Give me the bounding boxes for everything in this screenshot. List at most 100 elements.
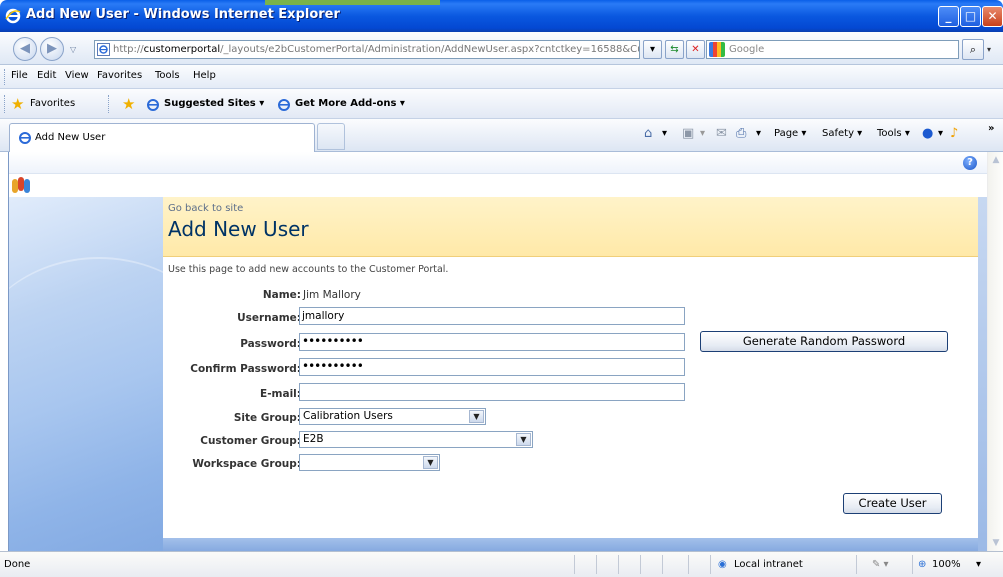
get-more-addons-link[interactable]: Get More Add-ons ▾: [295, 98, 405, 109]
title-bar: Add New User - Windows Internet Explorer…: [0, 0, 1003, 32]
feeds-icon[interactable]: ▣: [682, 126, 694, 141]
favorites-star-icon: ★: [11, 95, 25, 113]
recent-pages-dropdown-icon[interactable]: ▽: [70, 45, 76, 54]
go-back-link[interactable]: Go back to site: [168, 203, 243, 214]
add-to-favorites-icon[interactable]: ★: [122, 96, 138, 112]
status-separator: [856, 555, 857, 574]
security-zone-text: Local intranet: [734, 559, 803, 570]
home-icon[interactable]: ⌂: [644, 126, 652, 141]
maximize-button[interactable]: □: [960, 6, 981, 27]
zoom-icon[interactable]: ⊕: [918, 559, 926, 570]
url-input[interactable]: http://customerportal/_layouts/e2bCustom…: [94, 40, 640, 59]
menu-view[interactable]: View: [65, 70, 89, 81]
page-favicon-icon: [97, 43, 110, 56]
window-title: Add New User - Windows Internet Explorer: [26, 7, 340, 22]
help-icon[interactable]: ●: [922, 126, 933, 141]
status-bar: Done ◉ Local intranet ✎ ▾ ⊕ 100% ▾: [0, 551, 1003, 577]
toolbar-separator: [108, 95, 109, 113]
google-logo-icon: [709, 42, 725, 57]
safety-menu[interactable]: Safety ▾: [822, 128, 862, 139]
menu-file[interactable]: File: [11, 70, 28, 81]
menu-help[interactable]: Help: [193, 70, 216, 81]
site-group-select[interactable]: Calibration Users ▼: [299, 408, 486, 425]
search-input[interactable]: Google: [706, 40, 959, 59]
customer-group-label: Customer Group:: [200, 435, 301, 447]
confirm-password-label: Confirm Password:: [190, 363, 301, 375]
people-logo-icon: [12, 177, 34, 193]
status-separator: [618, 555, 619, 574]
close-window-button[interactable]: ✕: [982, 6, 1003, 27]
address-dropdown-button[interactable]: ▾: [643, 40, 662, 59]
toolbar-grip: [4, 69, 6, 85]
menu-edit[interactable]: Edit: [37, 70, 56, 81]
protected-mode-icon[interactable]: ✎ ▾: [872, 559, 889, 570]
confirm-password-input[interactable]: ••••••••••: [299, 358, 685, 376]
page-content: ? Go back to site Add New User Use this …: [9, 152, 987, 551]
customer-group-value: E2B: [303, 433, 324, 445]
password-label: Password:: [240, 338, 301, 350]
name-label: Name:: [262, 289, 301, 301]
email-input[interactable]: [299, 383, 685, 401]
status-separator: [662, 555, 663, 574]
more-commands-button[interactable]: »: [988, 123, 994, 134]
print-icon[interactable]: ⎙: [736, 126, 746, 141]
left-navigation-panel: [9, 197, 229, 551]
help-icon[interactable]: ?: [963, 156, 977, 170]
chevron-down-icon[interactable]: ▼: [423, 456, 438, 469]
new-tab-button[interactable]: [317, 123, 345, 150]
page-menu[interactable]: Page ▾: [774, 128, 806, 139]
password-input[interactable]: ••••••••••: [299, 333, 685, 351]
search-options-icon[interactable]: ▾: [987, 45, 991, 54]
minimize-button[interactable]: _: [938, 6, 959, 27]
tools-menu[interactable]: Tools ▾: [877, 128, 910, 139]
feeds-dropdown-icon[interactable]: ▾: [700, 128, 705, 139]
ie-page-icon: [19, 132, 31, 144]
tab-bar: Add New User ⌂ ▾ ▣ ▾ ✉ ⎙ ▾ Page ▾ Safety…: [0, 119, 1003, 152]
internet-explorer-icon: [5, 8, 21, 24]
favorites-bar: ★ Favorites ★ Suggested Sites ▾ Get More…: [0, 89, 1003, 119]
site-group-value: Calibration Users: [303, 410, 393, 422]
scroll-down-icon[interactable]: ▼: [989, 535, 1003, 551]
site-group-label: Site Group:: [233, 412, 301, 424]
status-separator: [688, 555, 689, 574]
help-dropdown-icon[interactable]: ▾: [938, 128, 943, 139]
workspace-group-select[interactable]: ▼: [299, 454, 440, 471]
name-value: Jim Mallory: [303, 289, 361, 301]
username-input[interactable]: jmallory: [299, 307, 685, 325]
forward-button[interactable]: ▶: [40, 37, 64, 61]
research-icon[interactable]: ♪: [950, 126, 958, 141]
zoom-level[interactable]: 100%: [932, 559, 961, 570]
workspace-group-label: Workspace Group:: [192, 458, 301, 470]
search-button[interactable]: ⌕: [962, 39, 984, 60]
tab-add-new-user[interactable]: Add New User: [9, 123, 315, 152]
page-title: Add New User: [168, 217, 309, 241]
chevron-down-icon[interactable]: ▼: [469, 410, 484, 423]
back-button[interactable]: ◀: [13, 37, 37, 61]
scroll-up-icon[interactable]: ▲: [989, 152, 1003, 168]
customer-group-select[interactable]: E2B ▼: [299, 431, 533, 448]
create-user-button[interactable]: Create User: [843, 493, 942, 514]
status-separator: [574, 555, 575, 574]
url-prefix: http://: [113, 44, 144, 55]
chevron-down-icon[interactable]: ▼: [516, 433, 531, 446]
page-description: Use this page to add new accounts to the…: [168, 264, 449, 275]
vertical-scrollbar[interactable]: ▲ ▼: [987, 152, 1003, 551]
tab-label: Add New User: [35, 132, 106, 143]
url-path: /_layouts/e2bCustomerPortal/Administrati…: [220, 44, 640, 55]
zoom-dropdown-icon[interactable]: ▾: [976, 559, 981, 570]
status-separator: [912, 555, 913, 574]
menu-favorites[interactable]: Favorites: [97, 70, 142, 81]
menu-tools[interactable]: Tools: [155, 70, 180, 81]
status-separator: [596, 555, 597, 574]
read-mail-icon[interactable]: ✉: [716, 126, 727, 141]
suggested-sites-link[interactable]: Suggested Sites ▾: [164, 98, 264, 109]
refresh-icon[interactable]: ⇆: [665, 40, 684, 59]
stop-icon[interactable]: ✕: [686, 40, 705, 59]
print-dropdown-icon[interactable]: ▾: [756, 128, 761, 139]
favorites-button[interactable]: Favorites: [30, 98, 75, 109]
home-dropdown-icon[interactable]: ▾: [662, 128, 667, 139]
generate-random-password-button[interactable]: Generate Random Password: [700, 331, 948, 352]
right-border-strip: [978, 197, 987, 551]
page-header: Go back to site Add New User: [163, 197, 978, 257]
search-placeholder: Google: [729, 44, 765, 55]
